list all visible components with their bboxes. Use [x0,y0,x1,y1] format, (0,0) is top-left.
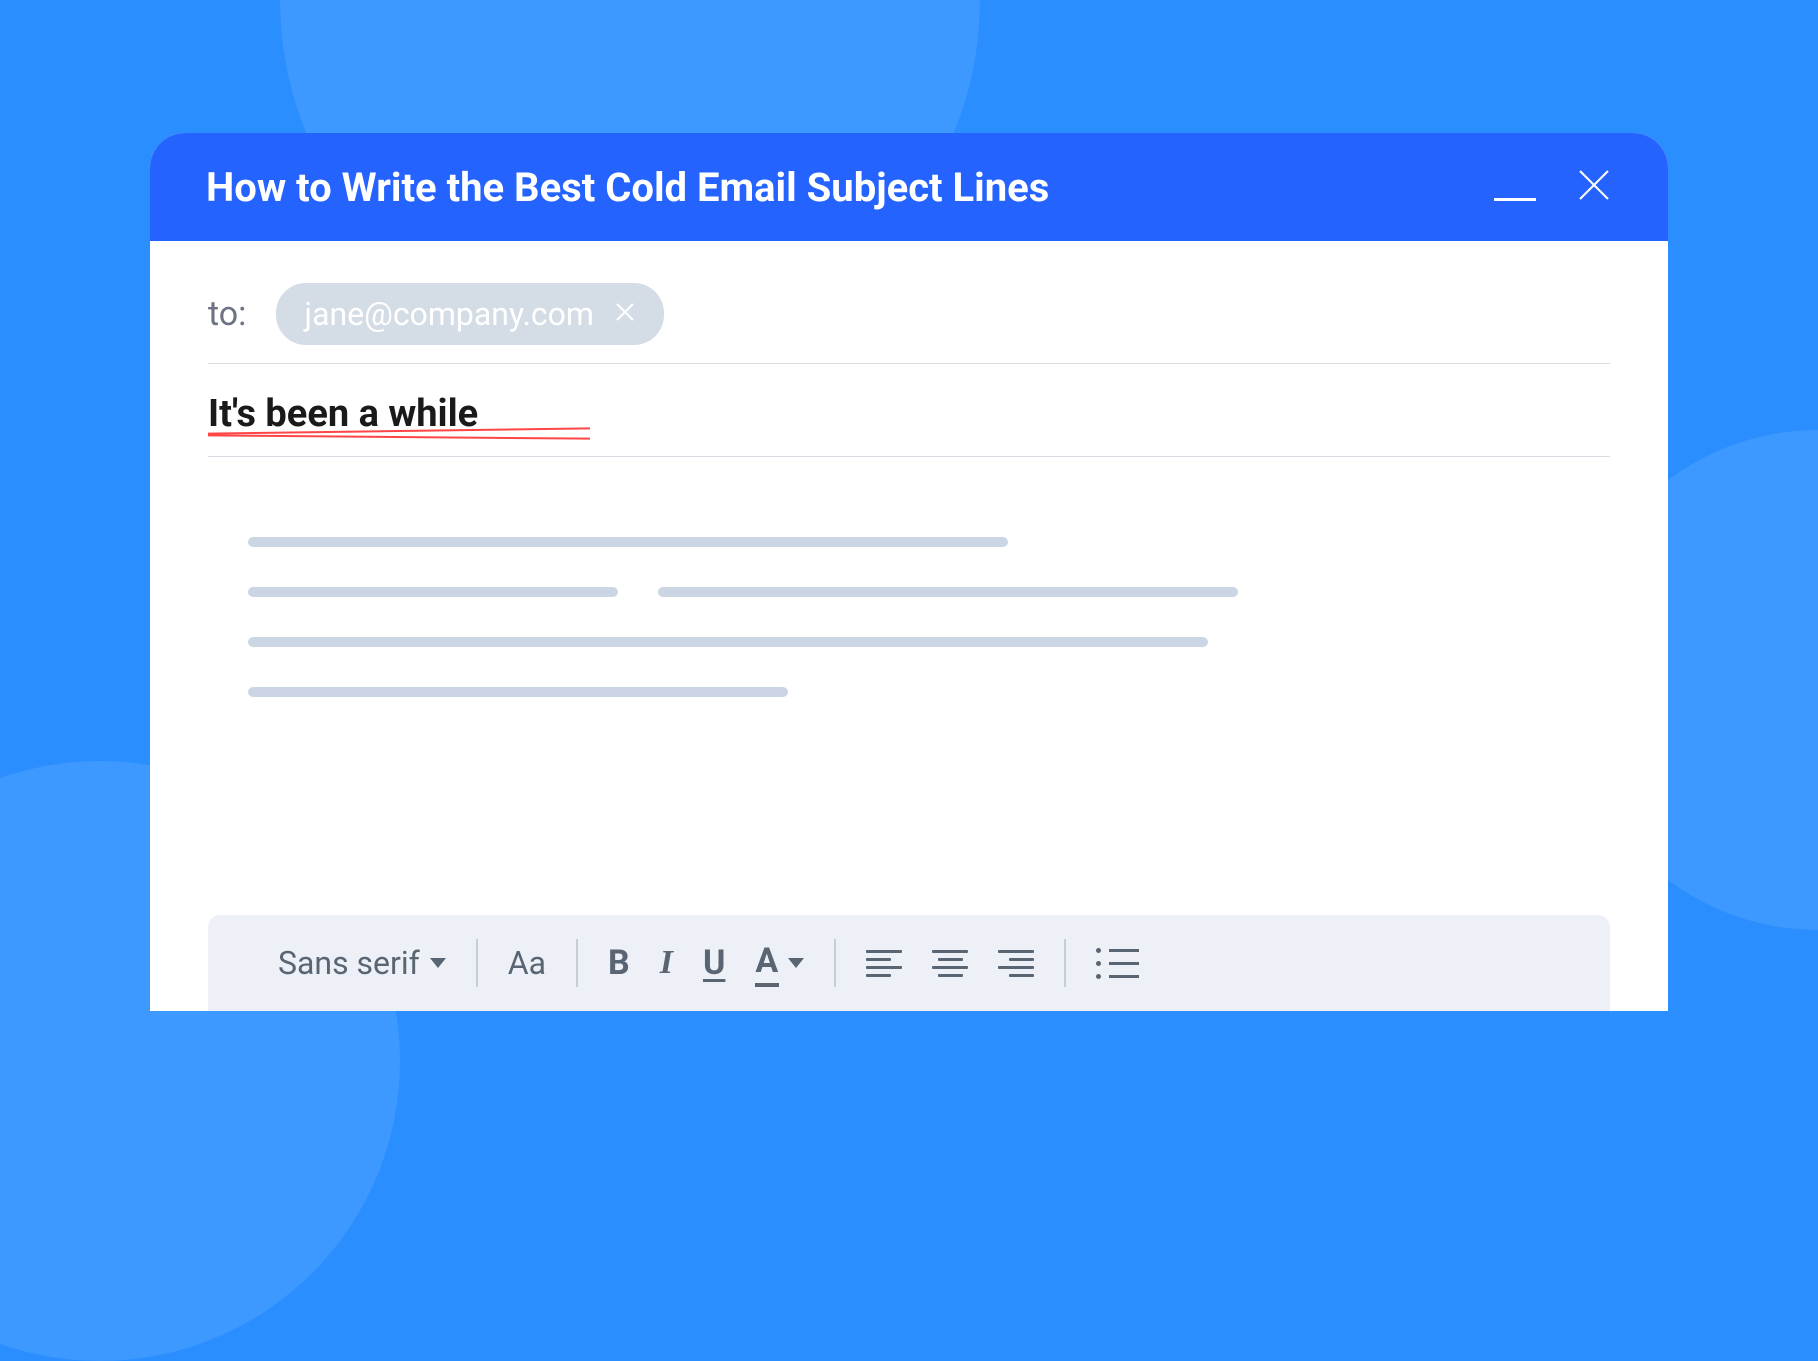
body-placeholder-line [248,537,1008,547]
emphasis-underline [208,430,590,442]
body-placeholder-line [658,587,1238,597]
font-family-selector[interactable]: Sans serif [278,944,446,982]
font-size-label: Aa [508,944,546,982]
recipient-email: jane@company.com [304,295,594,333]
formatting-toolbar: Sans serif Aa B I U A [208,915,1610,1011]
align-center-button[interactable] [932,950,968,977]
align-right-icon [998,950,1034,977]
toolbar-divider [576,939,578,987]
close-icon [614,301,636,323]
toolbar-divider [476,939,478,987]
align-right-button[interactable] [998,950,1034,977]
window-title: How to Write the Best Cold Email Subject… [206,164,1049,211]
minimize-button[interactable] [1494,198,1536,201]
toolbar-divider [1064,939,1066,987]
to-label: to: [208,294,246,334]
align-left-button[interactable] [866,950,902,977]
chevron-down-icon [430,958,446,968]
text-color-button[interactable]: A [755,941,804,985]
chevron-down-icon [788,958,804,968]
body-placeholder-line [248,687,788,697]
underline-button[interactable]: U [703,943,725,983]
align-center-icon [932,950,968,977]
font-size-button[interactable]: Aa [508,944,546,982]
align-left-icon [866,950,902,977]
body-placeholder-line [248,637,1208,647]
text-color-label: A [755,941,778,985]
italic-button[interactable]: I [660,944,673,982]
toolbar-divider [834,939,836,987]
title-bar: How to Write the Best Cold Email Subject… [150,133,1668,241]
remove-recipient-button[interactable] [614,301,636,327]
recipient-chip[interactable]: jane@company.com [276,283,664,345]
close-icon [1576,167,1612,203]
subject-field[interactable]: It's been a while [208,364,1610,457]
compose-window: How to Write the Best Cold Email Subject… [150,133,1668,1011]
bullet-list-button[interactable] [1096,948,1139,979]
close-button[interactable] [1576,167,1612,207]
email-body[interactable] [208,457,1610,915]
font-family-label: Sans serif [278,944,420,982]
to-field-row[interactable]: to: jane@company.com [208,265,1610,364]
window-controls [1494,167,1612,207]
bullet-list-icon [1096,948,1139,979]
body-placeholder-line [248,587,618,597]
bold-button[interactable]: B [608,943,630,983]
compose-content: to: jane@company.com It's been a while [150,241,1668,915]
